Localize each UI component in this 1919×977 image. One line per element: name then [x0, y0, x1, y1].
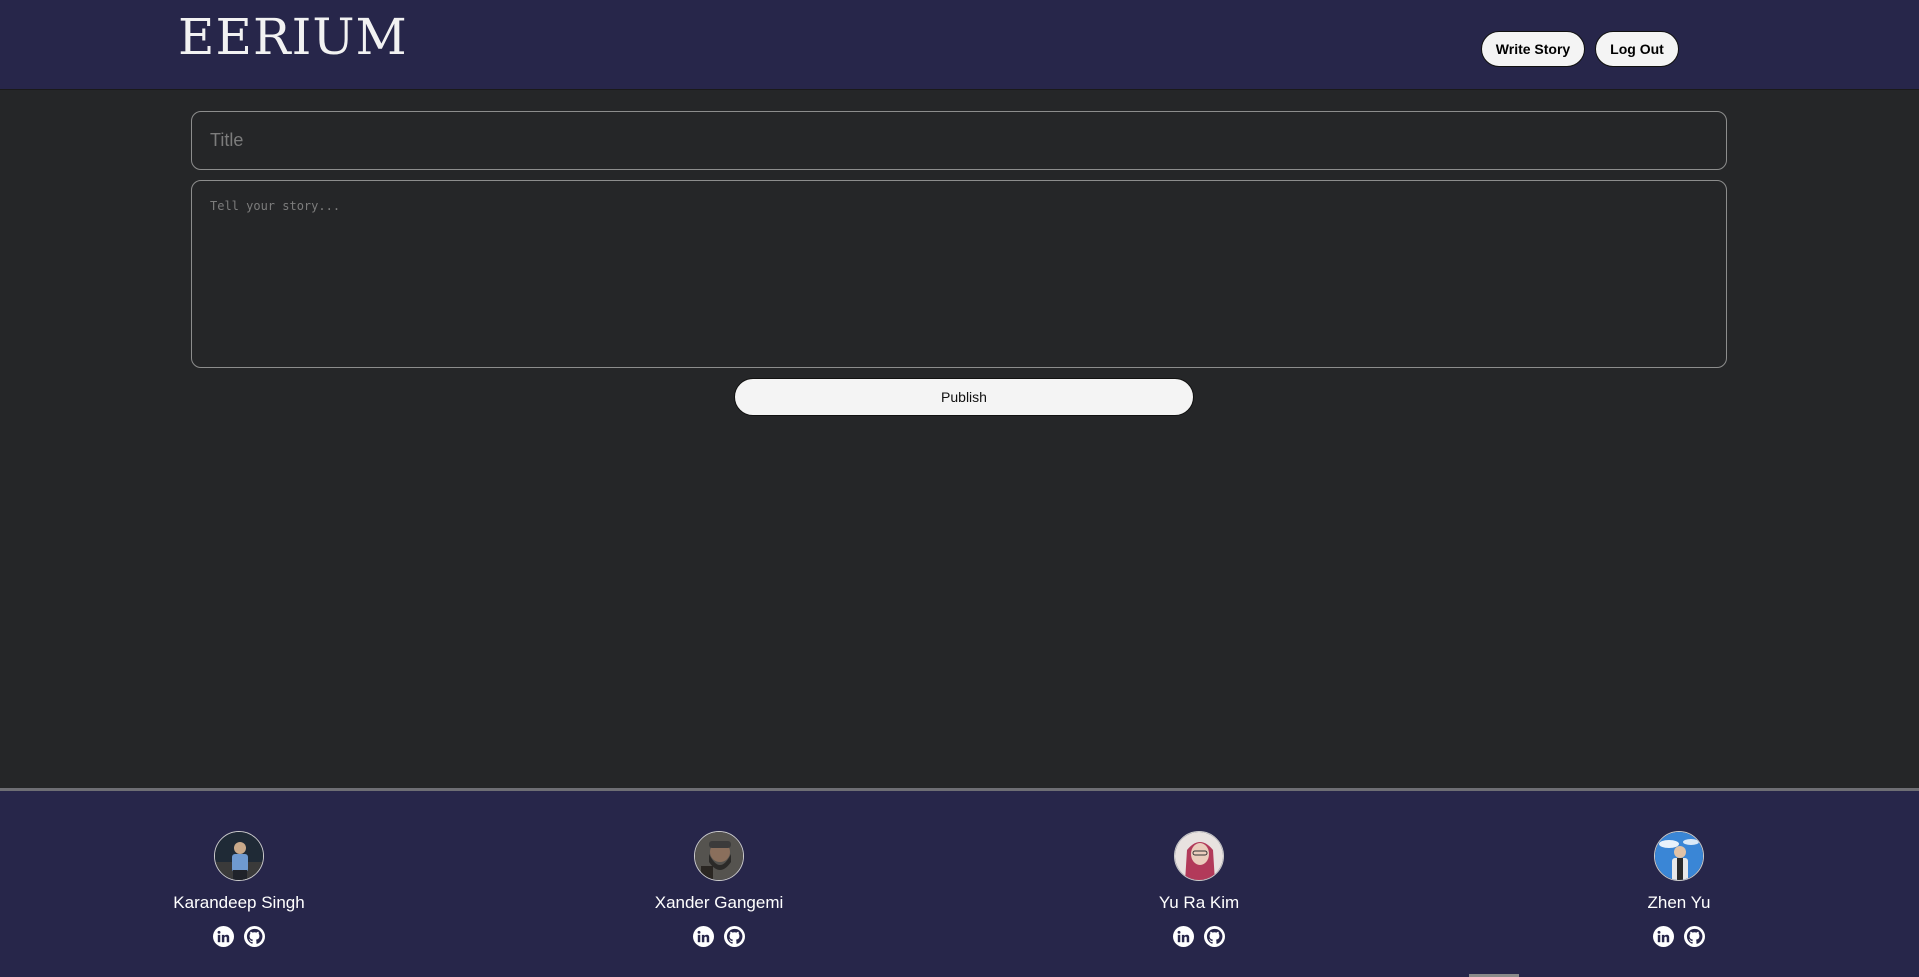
social-links: [1653, 926, 1705, 947]
team-member-card: Karandeep Singh: [119, 831, 359, 947]
logo-text: EERIUM: [178, 8, 408, 66]
github-icon[interactable]: [1204, 926, 1225, 947]
team-member-card: Yu Ra Kim: [1079, 831, 1319, 947]
github-icon[interactable]: [1684, 926, 1705, 947]
footer: Karandeep Singh Xander Gangemi Yu Ra Kim…: [0, 788, 1919, 977]
linkedin-icon[interactable]: [213, 926, 234, 947]
member-name: Karandeep Singh: [173, 893, 305, 912]
linkedin-icon[interactable]: [693, 926, 714, 947]
social-links: [213, 926, 265, 947]
team-member-card: Xander Gangemi: [599, 831, 839, 947]
avatar: [1654, 831, 1704, 881]
avatar: [694, 831, 744, 881]
log-out-button[interactable]: Log Out: [1595, 31, 1679, 67]
avatar: [1174, 831, 1224, 881]
publish-button[interactable]: Publish: [734, 378, 1194, 416]
story-textarea[interactable]: [191, 180, 1727, 368]
eerium-logo[interactable]: EERIUM: [178, 12, 408, 62]
top-navbar: EERIUM Write Story Log Out: [0, 0, 1919, 90]
write-story-button[interactable]: Write Story: [1481, 31, 1585, 67]
title-input[interactable]: [191, 111, 1727, 170]
member-name: Xander Gangemi: [654, 893, 784, 912]
github-icon[interactable]: [244, 926, 265, 947]
social-links: [1173, 926, 1225, 947]
member-name: Yu Ra Kim: [1158, 893, 1240, 912]
member-name: Zhen Yu: [1647, 893, 1711, 912]
page: EERIUM Write Story Log Out Publish Karan…: [0, 0, 1919, 977]
avatar: [214, 831, 264, 881]
team-member-card: Zhen Yu: [1559, 831, 1799, 947]
linkedin-icon[interactable]: [1173, 926, 1194, 947]
social-links: [693, 926, 745, 947]
github-icon[interactable]: [724, 926, 745, 947]
linkedin-icon[interactable]: [1653, 926, 1674, 947]
